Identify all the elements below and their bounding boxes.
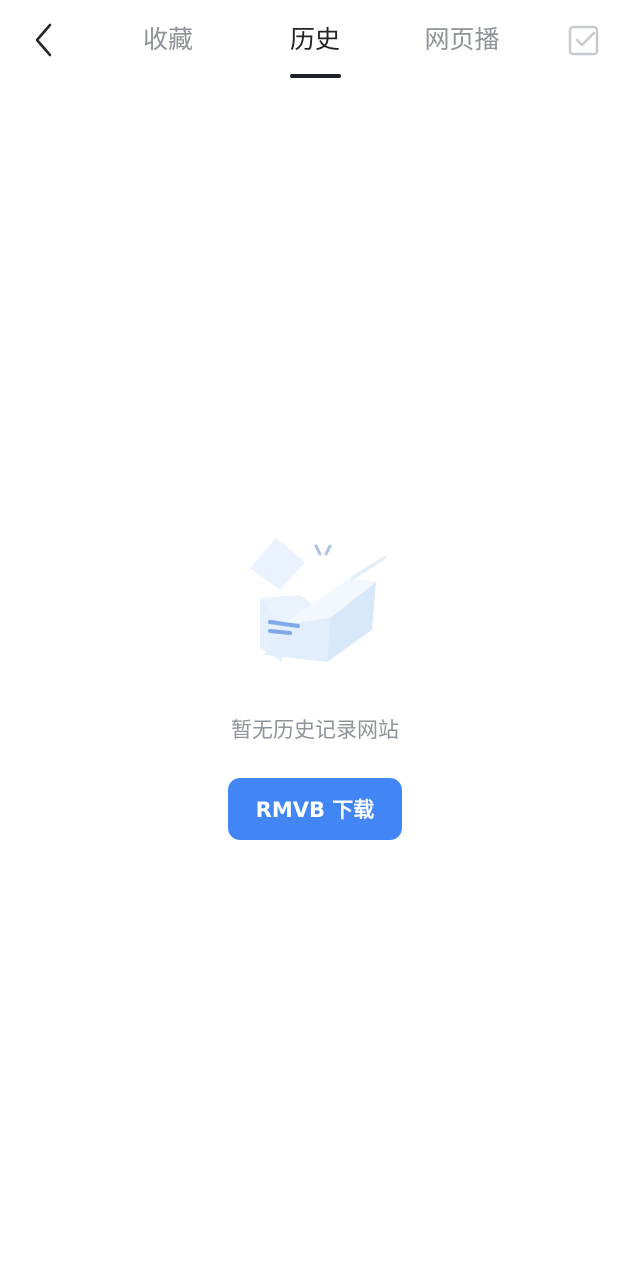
rmvb-download-button[interactable]: RMVB 下载: [228, 778, 402, 840]
top-navigation-bar: 收藏 历史 网页播: [0, 0, 630, 84]
chevron-left-icon: [35, 23, 52, 57]
open-box-icon: [240, 530, 390, 670]
back-button[interactable]: [22, 16, 66, 64]
tab-web-playback[interactable]: 网页播: [414, 22, 510, 62]
checkbox-check-icon: [568, 25, 599, 56]
tab-favorites[interactable]: 收藏: [128, 22, 208, 62]
active-tab-indicator: [290, 74, 341, 78]
empty-state-message: 暂无历史记录网站: [231, 718, 399, 742]
select-button[interactable]: [564, 20, 604, 60]
tab-history[interactable]: 历史: [275, 22, 355, 62]
